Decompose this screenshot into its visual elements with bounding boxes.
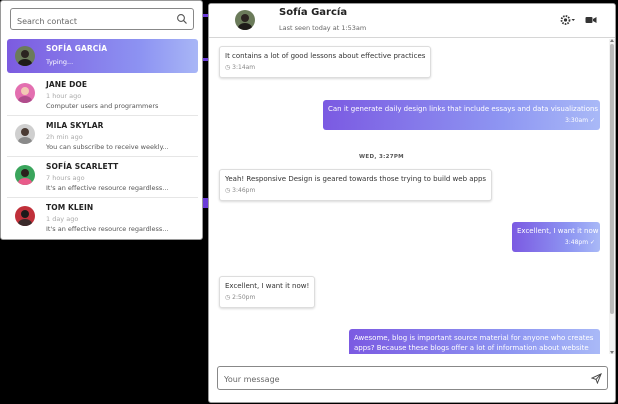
message-time: ◷ 3:14am [225, 64, 256, 71]
avatar [15, 46, 35, 66]
search-input[interactable] [11, 11, 171, 32]
message-text: Excellent, I want it now ! [517, 227, 604, 235]
contacts-panel: SOFÍA GARCÍA Typing... JANE DOE 1 hour a… [0, 0, 203, 240]
contact-time: 2h min ago [46, 133, 83, 141]
avatar [15, 206, 35, 226]
send-icon[interactable] [591, 373, 602, 384]
contact-name: SOFÍA SCARLETT [46, 162, 119, 171]
message-text: Excellent, I want it now! [225, 282, 310, 290]
avatar [15, 124, 35, 144]
scroll-thumb[interactable] [610, 44, 614, 314]
avatar [15, 83, 35, 103]
message-text: apps? Because these blogs offer a lot of… [354, 344, 589, 352]
contact-name: JANE DOE [46, 80, 88, 89]
contact-item-jane-doe[interactable]: JANE DOE 1 hour ago Computer users and p… [7, 75, 198, 116]
contact-name: MILA SKYLAR [46, 121, 104, 130]
last-seen-text: Last seen today at 1:53am [279, 24, 367, 32]
contact-item-sofia-scarlett[interactable]: SOFÍA SCARLETT 7 hours ago It's an effec… [7, 157, 198, 198]
message-incoming: Excellent, I want it now! ◷ 2:50pm [219, 276, 316, 308]
search-box [10, 8, 194, 32]
typing-status: Typing... [46, 58, 74, 66]
app-root: SOFÍA GARCÍA Typing... JANE DOE 1 hour a… [0, 0, 618, 404]
contact-item-sofia-garcia[interactable]: SOFÍA GARCÍA Typing... [7, 39, 198, 73]
message-scrollbar[interactable] [609, 39, 615, 354]
message-outgoing: Can it generate daily design links that … [323, 100, 605, 130]
contact-preview: You can subscribe to receive weekly... [46, 143, 169, 151]
avatar[interactable] [235, 10, 255, 30]
contact-time: 1 hour ago [46, 92, 82, 100]
message-text: Yeah! Responsive Design is geared toward… [225, 175, 487, 183]
chat-window: Sofía García Last seen today at 1:53am I… [208, 3, 616, 403]
video-camera-icon[interactable] [585, 14, 597, 26]
contact-item-tom-klein[interactable]: TOM KLEIN 1 day ago It's an effective re… [7, 198, 198, 239]
message-time-value: 3:14am [232, 64, 256, 71]
message-time: 3:48pm ✓ [564, 239, 595, 246]
scroll-down-arrow[interactable] [610, 351, 614, 354]
message-text: It contains a lot of good lessons about … [225, 52, 426, 60]
contact-time: 7 hours ago [46, 174, 85, 182]
contact-name: TOM KLEIN [46, 203, 94, 212]
message-text: Awesome, blog is important source materi… [354, 334, 594, 342]
message-composer [217, 366, 608, 391]
message-time: ◷ 2:50pm [225, 294, 256, 301]
message-outgoing: Awesome, blog is important source materi… [349, 329, 600, 354]
message-outgoing: Excellent, I want it now ! 3:48pm ✓ [512, 222, 604, 252]
contact-preview: It's an effective resource regardless... [46, 184, 169, 192]
message-time-value: 3:30am [565, 117, 589, 124]
contact-preview: It's an effective resource regardless... [46, 225, 169, 233]
date-divider: WED, 3:27PM [359, 154, 404, 160]
search-icon[interactable] [176, 13, 188, 25]
chat-contact-name: Sofía García [279, 7, 348, 18]
message-time: ◷ 3:46pm [225, 187, 256, 194]
message-incoming: Yeah! Responsive Design is geared toward… [219, 169, 493, 201]
contact-time: 1 day ago [46, 215, 79, 223]
contact-list: SOFÍA GARCÍA Typing... JANE DOE 1 hour a… [7, 39, 198, 239]
message-input[interactable] [218, 368, 578, 391]
scroll-up-arrow[interactable] [610, 39, 614, 42]
contact-preview: Computer users and programmers [46, 102, 159, 110]
message-text: Can it generate daily design links that … [328, 105, 605, 113]
message-time-value: 3:48pm [564, 239, 589, 246]
message-incoming: It contains a lot of good lessons about … [219, 46, 432, 78]
contact-name: SOFÍA GARCÍA [46, 44, 108, 53]
message-time-value: 2:50pm [232, 294, 256, 301]
message-time-value: 3:46pm [232, 187, 256, 194]
message-list: It contains a lot of good lessons about … [209, 39, 609, 354]
chat-header: Sofía García Last seen today at 1:53am [209, 4, 615, 38]
gear-icon[interactable] [560, 14, 576, 26]
avatar [15, 165, 35, 185]
message-time: 3:30am ✓ [565, 117, 595, 124]
contact-item-mila-skylar[interactable]: MILA SKYLAR 2h min ago You can subscribe… [7, 116, 198, 157]
